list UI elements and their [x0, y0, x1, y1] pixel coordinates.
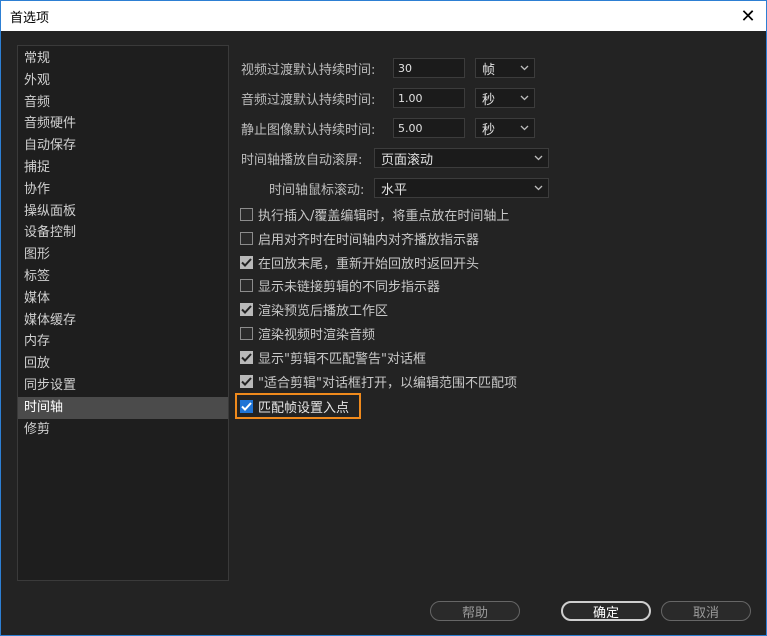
- sidebar-item-graphics[interactable]: 图形: [18, 244, 228, 266]
- checkbox-play-after-render[interactable]: 渲染预览后播放工作区: [240, 299, 388, 319]
- still-image-unit-select[interactable]: 秒: [475, 118, 535, 138]
- mouse-scroll-select[interactable]: 水平: [374, 178, 549, 198]
- checkbox-unchecked[interactable]: [240, 207, 253, 221]
- ok-button[interactable]: 确定: [561, 601, 651, 621]
- video-transition-unit: 帧: [482, 62, 496, 78]
- sidebar-item-general[interactable]: 常规: [18, 48, 228, 70]
- checkbox-label: 显示未链接剪辑的不同步指示器: [258, 279, 441, 295]
- checkbox-label: 执行插入/覆盖编辑时，将重点放在时间轴上: [258, 208, 510, 224]
- chevron-down-icon: [520, 64, 529, 73]
- checkbox-checked[interactable]: [240, 399, 253, 413]
- chevron-down-icon: [520, 94, 529, 103]
- preferences-dialog: 首选项 ✕ 常规 外观 音频 音频硬件 自动保存 捕捉 协作 操纵面板 设备控制…: [0, 0, 767, 636]
- checkbox-snap-playhead[interactable]: 启用对齐时在时间轴内对齐播放指示器: [240, 228, 479, 248]
- sidebar-item-timeline[interactable]: 时间轴: [18, 396, 228, 419]
- audio-transition-unit-select[interactable]: 秒: [475, 88, 535, 108]
- sidebar-item-autosave[interactable]: 自动保存: [18, 135, 228, 157]
- sidebar-item-audio[interactable]: 音频: [18, 92, 228, 114]
- checkbox-out-of-sync[interactable]: 显示未链接剪辑的不同步指示器: [240, 275, 440, 295]
- chevron-down-icon: [534, 154, 543, 163]
- playback-autoscroll-row: 时间轴播放自动滚屏: 页面滚动: [241, 148, 549, 168]
- checkbox-focus-timeline[interactable]: 执行插入/覆盖编辑时，将重点放在时间轴上: [240, 204, 509, 224]
- cancel-button[interactable]: 取消: [661, 601, 751, 621]
- video-transition-label: 视频过渡默认持续时间:: [241, 62, 376, 78]
- chevron-down-icon: [534, 184, 543, 193]
- checkbox-unchecked[interactable]: [240, 278, 253, 292]
- dialog-title: 首选项: [10, 10, 50, 26]
- video-transition-row: 视频过渡默认持续时间: 30 帧: [241, 58, 535, 78]
- checkbox-label: 在回放末尾，重新开始回放时返回开头: [258, 256, 480, 272]
- checkbox-label: 显示"剪辑不匹配警告"对话框: [258, 351, 426, 367]
- checkbox-render-audio[interactable]: 渲染视频时渲染音频: [240, 323, 375, 343]
- sidebar-item-media[interactable]: 媒体: [18, 288, 228, 310]
- mouse-scroll-label: 时间轴鼠标滚动:: [269, 182, 365, 198]
- audio-transition-input[interactable]: 1.00: [393, 88, 465, 108]
- checkbox-checked[interactable]: [240, 350, 253, 364]
- checkbox-label: 启用对齐时在时间轴内对齐播放指示器: [258, 232, 480, 248]
- sidebar-item-sync-settings[interactable]: 同步设置: [18, 375, 228, 397]
- title-bar: 首选项 ✕: [1, 1, 766, 31]
- sidebar-item-playback[interactable]: 回放: [18, 353, 228, 375]
- video-transition-input[interactable]: 30: [393, 58, 465, 78]
- still-image-input[interactable]: 5.00: [393, 118, 465, 138]
- checkbox-checked[interactable]: [240, 302, 253, 316]
- category-list: 常规 外观 音频 音频硬件 自动保存 捕捉 协作 操纵面板 设备控制 图形 标签…: [17, 45, 229, 581]
- sidebar-item-control-surface[interactable]: 操纵面板: [18, 201, 228, 223]
- sidebar-item-audio-hardware[interactable]: 音频硬件: [18, 113, 228, 135]
- checkbox-match-frame-in-point[interactable]: 匹配帧设置入点: [240, 396, 349, 416]
- audio-transition-unit: 秒: [482, 92, 496, 108]
- checkbox-unchecked[interactable]: [240, 231, 253, 245]
- checkbox-unchecked[interactable]: [240, 326, 253, 340]
- sidebar-item-labels[interactable]: 标签: [18, 266, 228, 288]
- checkbox-clip-mismatch-warning[interactable]: 显示"剪辑不匹配警告"对话框: [240, 347, 426, 367]
- playback-autoscroll-select[interactable]: 页面滚动: [374, 148, 549, 168]
- checkbox-fit-clip-dialog[interactable]: "适合剪辑"对话框打开，以编辑范围不匹配项: [240, 371, 517, 391]
- playback-autoscroll-value: 页面滚动: [381, 152, 434, 168]
- help-button[interactable]: 帮助: [430, 601, 520, 621]
- sidebar-item-collaboration[interactable]: 协作: [18, 179, 228, 201]
- checkbox-checked[interactable]: [240, 374, 253, 388]
- checkbox-label: 渲染视频时渲染音频: [258, 327, 376, 343]
- checkbox-return-to-start[interactable]: 在回放末尾，重新开始回放时返回开头: [240, 252, 479, 272]
- still-image-unit: 秒: [482, 122, 496, 138]
- sidebar-item-capture[interactable]: 捕捉: [18, 157, 228, 179]
- sidebar-item-memory[interactable]: 内存: [18, 331, 228, 353]
- sidebar-item-media-cache[interactable]: 媒体缓存: [18, 310, 228, 332]
- chevron-down-icon: [520, 124, 529, 133]
- close-icon[interactable]: ✕: [730, 1, 766, 31]
- checkbox-label: "适合剪辑"对话框打开，以编辑范围不匹配项: [258, 375, 517, 391]
- mouse-scroll-value: 水平: [381, 182, 408, 198]
- mouse-scroll-row: 时间轴鼠标滚动: 水平: [269, 178, 549, 198]
- audio-transition-label: 音频过渡默认持续时间:: [241, 92, 376, 108]
- audio-transition-row: 音频过渡默认持续时间: 1.00 秒: [241, 88, 535, 108]
- checkbox-label: 渲染预览后播放工作区: [258, 303, 389, 319]
- sidebar-item-appearance[interactable]: 外观: [18, 70, 228, 92]
- checkbox-label: 匹配帧设置入点: [258, 400, 350, 416]
- checkbox-checked[interactable]: [240, 255, 253, 269]
- playback-autoscroll-label: 时间轴播放自动滚屏:: [241, 152, 363, 168]
- still-image-label: 静止图像默认持续时间:: [241, 122, 376, 138]
- sidebar-item-trim[interactable]: 修剪: [18, 419, 228, 441]
- sidebar-item-device-control[interactable]: 设备控制: [18, 222, 228, 244]
- video-transition-unit-select[interactable]: 帧: [475, 58, 535, 78]
- still-image-row: 静止图像默认持续时间: 5.00 秒: [241, 118, 535, 138]
